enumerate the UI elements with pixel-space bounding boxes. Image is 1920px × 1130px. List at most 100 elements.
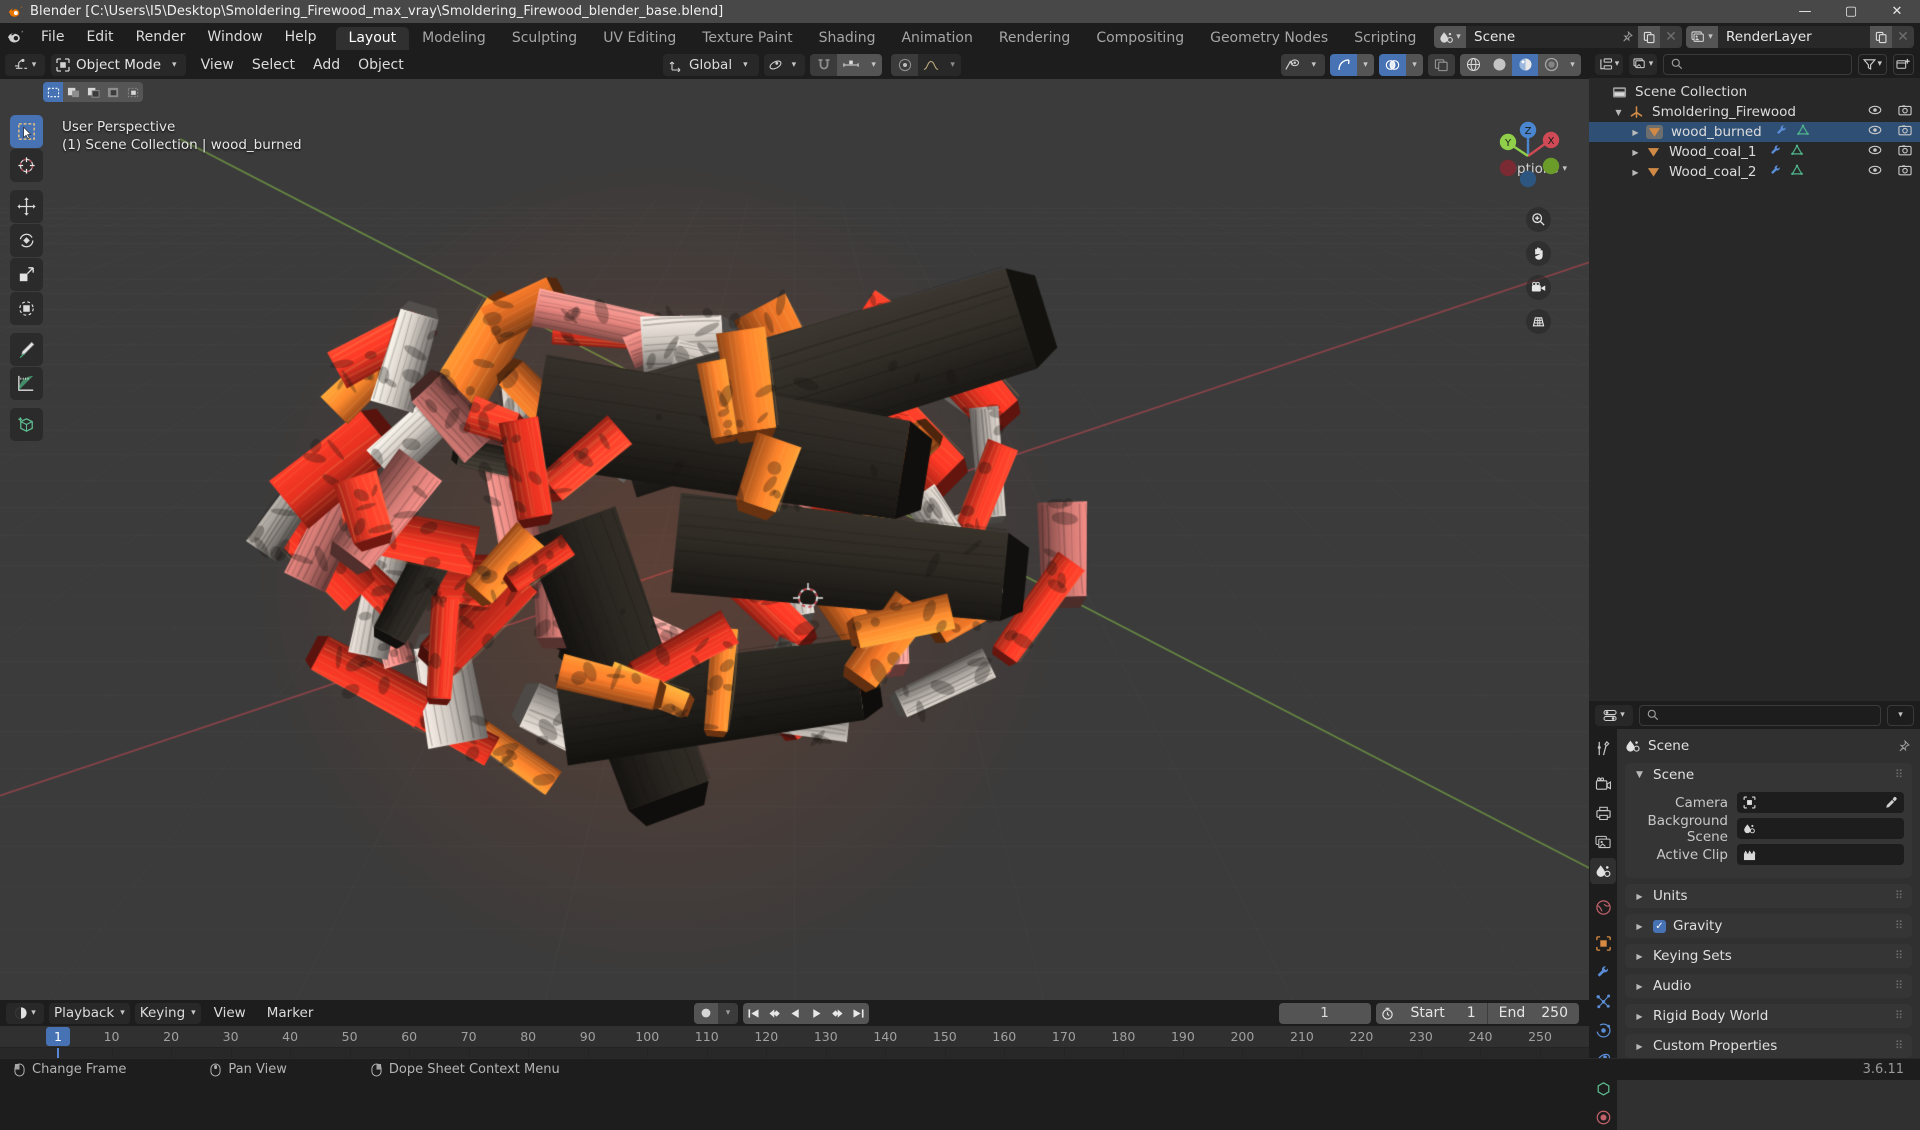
tab-geometry-nodes[interactable]: Geometry Nodes [1197, 27, 1341, 50]
panel-rigid-body-world-header[interactable]: ▶ Rigid Body World ⠿ [1625, 1004, 1912, 1028]
camera-field[interactable] [1737, 792, 1904, 813]
tab-material[interactable] [1590, 1104, 1616, 1130]
view-layer-name[interactable]: RenderLayer [1718, 26, 1870, 48]
tab-compositing[interactable]: Compositing [1083, 27, 1197, 50]
panel-units-header[interactable]: ▶ Units ⠿ [1625, 884, 1912, 908]
tool-rotate[interactable] [10, 224, 43, 257]
material-preview-shading-button[interactable] [1512, 54, 1538, 76]
tab-scripting[interactable]: Scripting [1341, 27, 1429, 50]
outliner-search-field[interactable] [1688, 57, 1844, 72]
xray-toggle-icon[interactable] [1428, 54, 1455, 76]
timeline-editor-type-selector[interactable]: ▾ [6, 1003, 44, 1024]
menu-render[interactable]: Render [125, 25, 197, 49]
tool-add-cube[interactable] [10, 408, 43, 441]
panel-custom-properties-header[interactable]: ▶ Custom Properties ⠿ [1625, 1034, 1912, 1058]
delete-view-layer-button[interactable]: ✕ [1892, 26, 1914, 48]
playback-menu[interactable]: Playback ▾ [49, 1003, 130, 1024]
tab-tool[interactable] [1590, 735, 1616, 761]
timeline-menu-view[interactable]: View [206, 1003, 254, 1024]
modifier-icon[interactable] [1769, 144, 1783, 161]
viewport-menu-select[interactable]: Select [243, 54, 304, 76]
falloff-dropdown[interactable]: ▾ [944, 54, 961, 76]
delete-scene-button[interactable]: ✕ [1660, 26, 1682, 48]
eyedropper-icon[interactable] [1885, 796, 1898, 809]
select-invert-icon[interactable] [103, 82, 123, 102]
proportional-edit-icon[interactable] [891, 54, 918, 76]
tab-particles[interactable] [1590, 988, 1616, 1014]
select-intersect-icon[interactable] [123, 82, 143, 102]
eye-icon[interactable] [1868, 164, 1882, 180]
tool-cursor[interactable] [10, 149, 43, 182]
outliner-row-scene-collection[interactable]: Scene Collection [1589, 82, 1920, 102]
mesh-data-icon[interactable] [1796, 124, 1810, 141]
pan-hand-icon[interactable] [1526, 241, 1551, 266]
start-frame-field[interactable]: Start 1 [1400, 1003, 1487, 1024]
eye-icon[interactable] [1868, 104, 1882, 120]
pin-icon[interactable] [1897, 740, 1910, 753]
outliner-row-wood-coal-1[interactable]: ▶Wood_coal_1 [1589, 142, 1920, 162]
view-layer-selector[interactable]: ▾ RenderLayer ✕ [1686, 26, 1914, 48]
mesh-data-icon[interactable] [1790, 144, 1804, 161]
snap-magnet-icon[interactable] [810, 54, 837, 76]
transform-orientation-selector[interactable]: Global ▾ [663, 54, 759, 76]
properties-editor-type-selector[interactable]: ▾ [1595, 705, 1633, 726]
play-button[interactable] [806, 1003, 827, 1024]
panel-audio-header[interactable]: ▶ Audio ⠿ [1625, 974, 1912, 998]
panel-scene-header[interactable]: ▼ Scene ⠿ [1625, 763, 1912, 787]
pivot-point-selector[interactable]: ▾ [764, 54, 806, 76]
tool-select-box[interactable] [10, 115, 43, 148]
tab-modifiers[interactable] [1590, 959, 1616, 985]
camera-render-icon[interactable] [1898, 124, 1912, 140]
toggle-perspective-icon[interactable] [1526, 309, 1551, 334]
jump-to-end-button[interactable] [848, 1003, 869, 1024]
background-scene-field[interactable] [1737, 818, 1904, 839]
outliner-row-wood-coal-2[interactable]: ▶Wood_coal_2 [1589, 162, 1920, 182]
outliner-search-input[interactable] [1663, 54, 1852, 75]
tool-annotate[interactable] [10, 333, 43, 366]
visibility-selector[interactable]: ▾ [1281, 54, 1325, 76]
outliner-row-wood-burned[interactable]: ▶wood_burned [1589, 122, 1920, 142]
tab-sculpting[interactable]: Sculpting [499, 27, 590, 50]
outliner-editor-type-selector[interactable]: ▾ [1595, 54, 1623, 75]
viewport-menu-view[interactable]: View [192, 54, 243, 76]
tab-modeling[interactable]: Modeling [409, 27, 499, 50]
outliner-filter-button[interactable]: ▾ [1858, 54, 1886, 75]
end-frame-field[interactable]: End 250 [1487, 1003, 1579, 1024]
tool-move[interactable] [10, 190, 43, 223]
falloff-curve-icon[interactable] [918, 54, 944, 76]
rendered-shading-button[interactable] [1538, 54, 1564, 76]
pin-scene-icon[interactable] [1616, 26, 1638, 48]
active-clip-field[interactable] [1737, 844, 1904, 865]
tab-scene[interactable] [1590, 858, 1616, 884]
select-subtract-icon[interactable] [83, 82, 103, 102]
scene-icon[interactable]: ▾ [1434, 26, 1466, 48]
snap-target-icon[interactable] [837, 54, 865, 76]
tool-transform[interactable] [10, 292, 43, 325]
current-frame-field[interactable]: 1 [1279, 1003, 1371, 1024]
scene-selector[interactable]: ▾ Scene ✕ [1434, 26, 1682, 48]
jump-to-prev-keyframe-button[interactable] [764, 1003, 785, 1024]
menu-edit[interactable]: Edit [75, 25, 124, 49]
show-gizmo-icon[interactable] [1330, 54, 1357, 76]
tab-shading[interactable]: Shading [806, 27, 889, 50]
auto-keying-dropdown[interactable]: ▾ [718, 1003, 738, 1024]
editor-type-selector[interactable]: ▾ [5, 54, 45, 76]
jump-to-start-button[interactable] [743, 1003, 764, 1024]
properties-search-input[interactable] [1639, 705, 1881, 726]
gravity-checkbox[interactable]: ✓ [1653, 920, 1666, 933]
3d-viewport[interactable]: Options ▾ User Perspective (1) Scene Col… [0, 79, 1589, 1000]
menu-window[interactable]: Window [196, 25, 273, 49]
mesh-data-icon[interactable] [1790, 164, 1804, 181]
menu-help[interactable]: Help [274, 25, 328, 49]
use-preview-range-icon[interactable] [1376, 1003, 1400, 1024]
wireframe-shading-button[interactable] [1460, 54, 1486, 76]
solid-shading-button[interactable] [1486, 54, 1512, 76]
tab-render[interactable] [1590, 771, 1616, 797]
panel-gravity-header[interactable]: ▶ ✓ Gravity ⠿ [1625, 914, 1912, 938]
jump-to-next-keyframe-button[interactable] [827, 1003, 848, 1024]
eye-icon[interactable] [1868, 144, 1882, 160]
timeline-ruler[interactable]: 1020304050607080901001101201301401501601… [0, 1026, 1589, 1048]
properties-search-field[interactable] [1664, 708, 1873, 723]
shading-dropdown[interactable]: ▾ [1564, 54, 1581, 76]
new-view-layer-button[interactable] [1870, 26, 1892, 48]
